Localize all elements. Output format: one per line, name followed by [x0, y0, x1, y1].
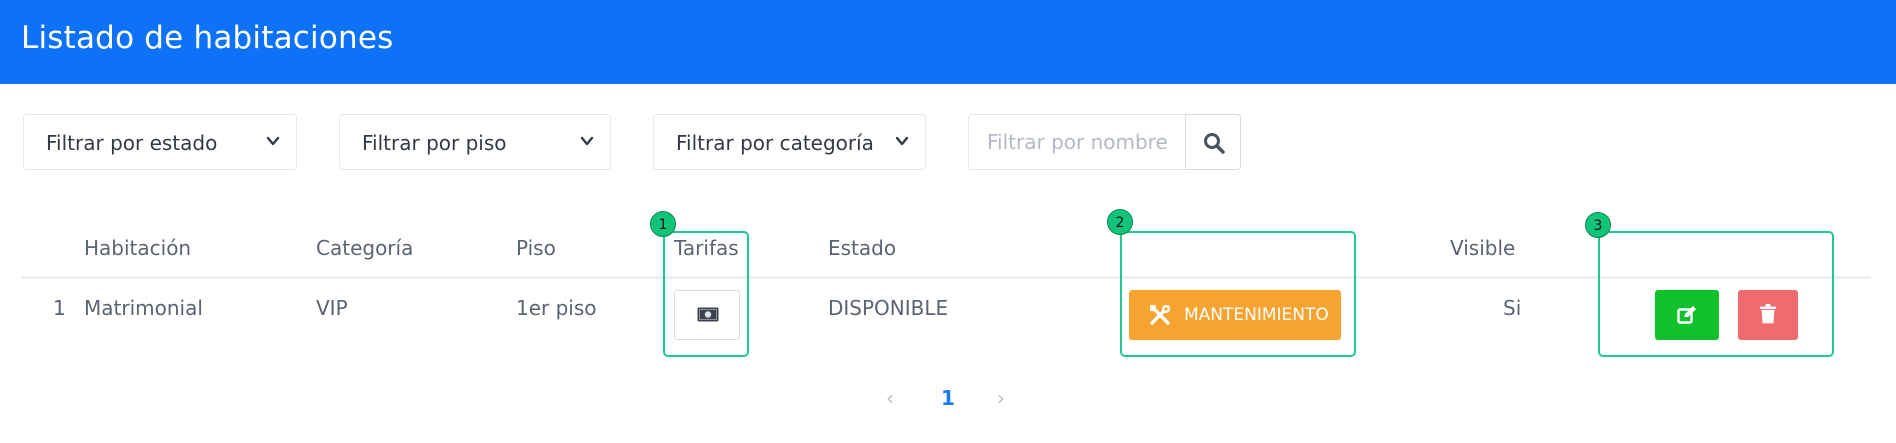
- annotation-badge-1: 1: [650, 211, 676, 237]
- column-header-visible: Visible: [1450, 236, 1516, 260]
- row-habitacion: Matrimonial: [84, 296, 203, 320]
- pagination-page-1[interactable]: 1: [941, 386, 955, 410]
- row-estado: DISPONIBLE: [828, 296, 949, 320]
- annotation-badge-3: 3: [1585, 212, 1611, 238]
- filter-categoria-label: Filtrar por categoría: [676, 131, 874, 155]
- filter-estado-label: Filtrar por estado: [46, 131, 218, 155]
- filter-estado-select[interactable]: Filtrar por estado: [23, 114, 297, 170]
- column-header-habitacion: Habitación: [84, 236, 192, 260]
- filter-nombre-input[interactable]: [968, 114, 1186, 170]
- page-header: Listado de habitaciones: [0, 0, 1896, 84]
- chevron-down-icon: [580, 136, 594, 146]
- chevron-down-icon: [895, 136, 909, 146]
- highlight-box-2: [1120, 231, 1356, 357]
- column-header-estado: Estado: [828, 236, 897, 260]
- filter-piso-label: Filtrar por piso: [362, 131, 507, 155]
- row-number: 1: [53, 296, 66, 320]
- chevron-down-icon: [266, 136, 280, 146]
- column-header-categoria: Categoría: [316, 236, 414, 260]
- search-icon: [1204, 133, 1225, 154]
- highlight-box-1: [663, 231, 749, 357]
- highlight-box-3: [1598, 231, 1834, 357]
- page-title: Listado de habitaciones: [21, 20, 394, 56]
- filter-categoria-select[interactable]: Filtrar por categoría: [653, 114, 926, 170]
- annotation-badge-2: 2: [1107, 209, 1133, 235]
- row-piso: 1er piso: [516, 296, 597, 320]
- filter-piso-select[interactable]: Filtrar por piso: [339, 114, 611, 170]
- pagination-next-button[interactable]: ›: [997, 386, 1005, 410]
- pagination-prev-button[interactable]: ‹: [886, 386, 894, 410]
- row-visible: Si: [1503, 296, 1522, 320]
- row-categoria: VIP: [316, 296, 348, 320]
- search-button[interactable]: [1185, 114, 1241, 170]
- table-header-divider: [21, 276, 1871, 279]
- column-header-piso: Piso: [516, 236, 556, 260]
